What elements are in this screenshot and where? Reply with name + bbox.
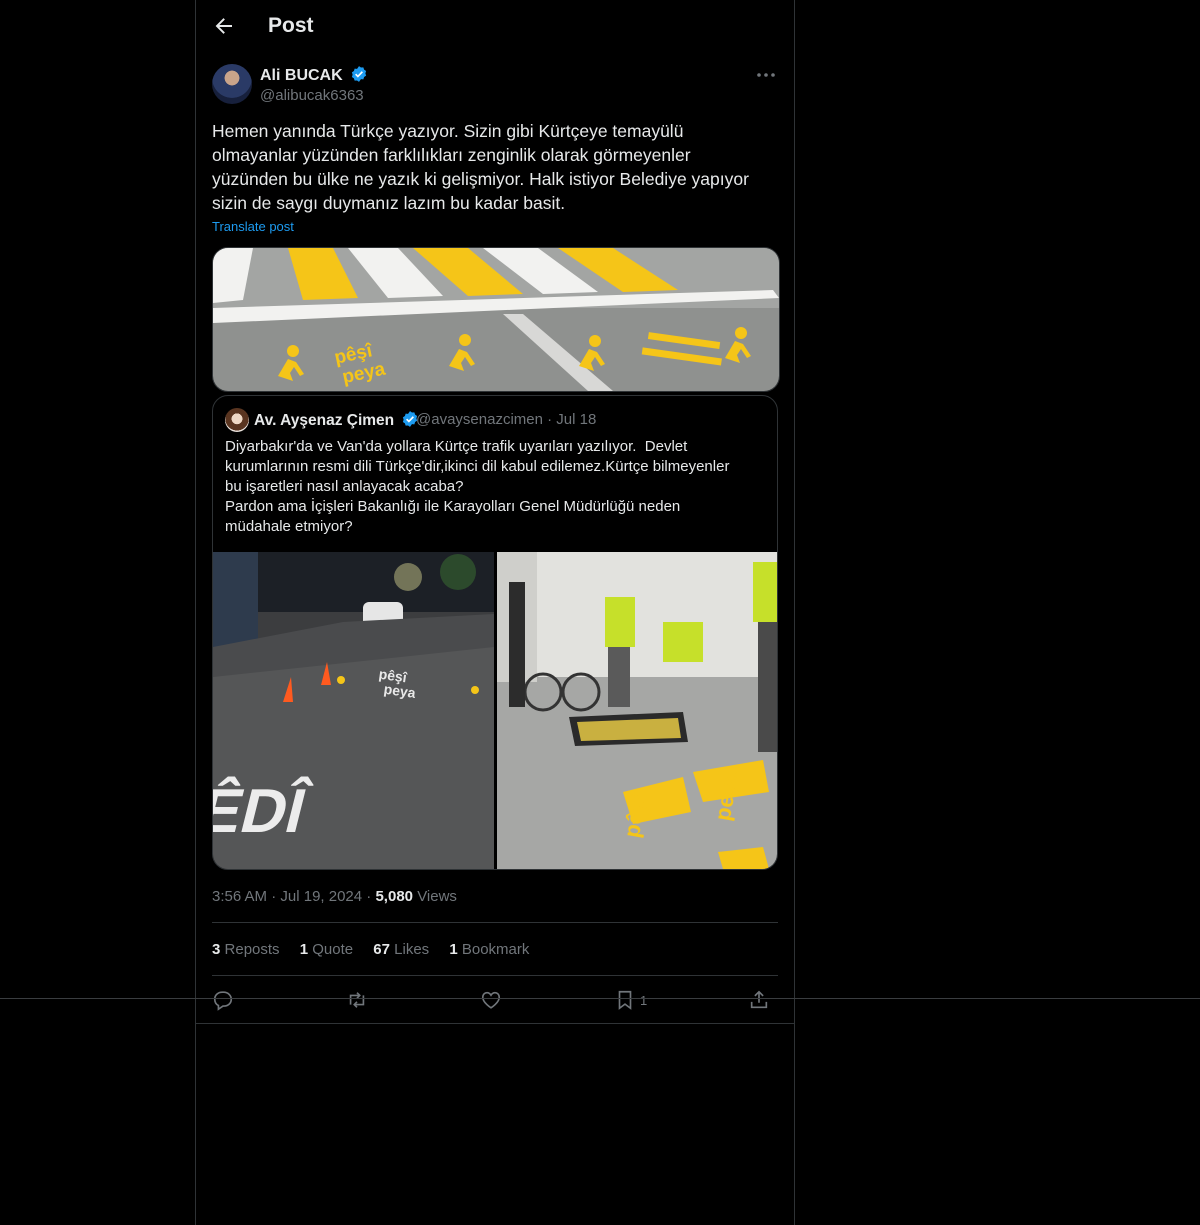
post-text: Hemen yanında Türkçe yazıyor. Sizin gibi… (212, 121, 749, 213)
avatar[interactable] (212, 64, 252, 104)
verified-badge-icon (352, 66, 367, 82)
quote-author-name-text: Av. Ayşenaz Çimen (254, 412, 395, 429)
bookmark-button[interactable]: 1 (614, 988, 654, 1012)
quotes-label: Quote (312, 941, 354, 958)
post-image-graphic: pêşî peya (213, 248, 779, 391)
quoted-post[interactable]: Av. Ayşenaz Çimen @avaysenazcimen · Jul … (212, 395, 778, 870)
post-column: Post Ali BUCAK @alibucak6363 Hemen yanın… (195, 0, 795, 1225)
post-stats: 3 Reposts 1 Quote 67 Likes 1 Bookmark (212, 941, 545, 958)
reposts-count: 3 (212, 941, 221, 958)
reposts-label: Reposts (224, 941, 280, 958)
quote-author-name: Av. Ayşenaz Çimen (254, 410, 419, 430)
quote-media[interactable]: pêşî peya HÊDÎ pêşî peya (213, 552, 777, 869)
action-bar: 1 (212, 988, 778, 1012)
post-time[interactable]: 3:56 AM (212, 888, 267, 905)
quotes-stat[interactable]: 1 Quote (300, 941, 353, 958)
translate-post-link[interactable]: Translate post (212, 219, 294, 234)
page-title: Post (268, 14, 314, 37)
bookmarks-label: Bookmark (461, 941, 530, 958)
post-author: Ali BUCAK @alibucak6363 (212, 64, 778, 108)
quote-handle-line: @avaysenazcimen · Jul 18 (416, 411, 596, 428)
post-meta: 3:56 AM · Jul 19, 2024 · 5,080 Views (212, 888, 457, 905)
views-label: Views (417, 888, 457, 905)
author-name[interactable]: Ali BUCAK (260, 65, 368, 85)
quote-text: Diyarbakır'da ve Van'da yollara Kürtçe t… (225, 438, 730, 535)
quote-date: Jul 18 (556, 411, 597, 428)
heart-icon[interactable] (480, 988, 502, 1012)
quote-images: pêşî peya HÊDÎ pêşî peya (213, 552, 777, 869)
likes-count: 67 (373, 941, 390, 958)
reply-icon[interactable] (212, 988, 234, 1012)
horizontal-guide-line (0, 998, 1200, 999)
bookmarks-stat[interactable]: 1 Bookmark (449, 941, 529, 958)
divider (212, 922, 778, 923)
bookmarks-count: 1 (449, 941, 458, 958)
divider (212, 975, 778, 976)
quote-author-handle: @avaysenazcimen (416, 411, 543, 428)
share-icon[interactable] (748, 988, 770, 1012)
reposts-stat[interactable]: 3 Reposts (212, 941, 280, 958)
views-count: 5,080 (375, 888, 414, 905)
author-name-text[interactable]: Ali BUCAK (260, 67, 343, 84)
likes-label: Likes (394, 941, 430, 958)
more-horizontal-icon[interactable] (754, 64, 778, 86)
author-handle[interactable]: @alibucak6363 (260, 87, 364, 104)
dot-separator: · (547, 411, 557, 428)
divider (196, 1023, 794, 1024)
bookmark-count: 1 (640, 993, 648, 1008)
likes-stat[interactable]: 67 Likes (373, 941, 429, 958)
post-header: Post (196, 0, 794, 53)
repost-icon[interactable] (346, 988, 368, 1012)
dot-separator: · (271, 888, 281, 905)
bookmark-icon (618, 990, 632, 1010)
post-date[interactable]: Jul 19, 2024 (280, 888, 362, 905)
quotes-count: 1 (299, 941, 309, 958)
arrow-left-icon[interactable] (212, 14, 236, 38)
post-image[interactable]: pêşî peya (212, 247, 780, 392)
quote-avatar (225, 408, 249, 432)
